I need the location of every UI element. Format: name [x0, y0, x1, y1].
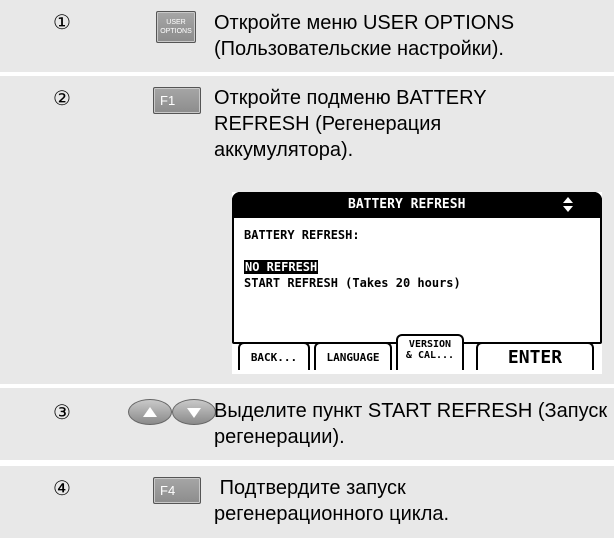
step-number: ①: [53, 10, 71, 34]
key-label-line1: USER: [166, 19, 186, 26]
softkey-version: VERSION & CAL...: [396, 334, 464, 370]
step-number: ④: [53, 476, 71, 500]
user-options-key-icon: USER OPTIONS: [156, 11, 196, 43]
screen-option: START REFRESH (Takes 20 hours): [244, 276, 461, 290]
up-down-indicator-icon: [560, 197, 576, 213]
down-arrow-key-icon: [172, 399, 216, 425]
step-instruction: Подтвердите запуск регенерационного цикл…: [214, 477, 450, 525]
step-4-row: ④ F4 Подтвердите запуск регенерационного…: [0, 466, 614, 538]
key-label: F4: [160, 483, 176, 498]
key-label: F1: [160, 93, 176, 108]
step-1-row: ① USER OPTIONS Откройте меню USER OPTION…: [0, 0, 614, 72]
step-number: ②: [53, 86, 71, 110]
screen-option-row: NO REFRESH: [244, 260, 319, 274]
instrument-screen: BATTERY REFRESH BATTERY REFRESH: NO REFR…: [232, 192, 602, 374]
softkey-enter: ENTER: [476, 342, 594, 370]
softkey-language: LANGUAGE: [314, 342, 392, 370]
screen-heading: BATTERY REFRESH:: [244, 228, 360, 242]
step-number: ③: [53, 400, 71, 424]
screen-title: BATTERY REFRESH: [348, 197, 466, 212]
screen-title-bar: BATTERY REFRESH: [232, 192, 602, 218]
step-3-row: ③ Выделите пункт START REFRESH (Запуск р…: [0, 388, 614, 460]
step-instruction: Выделите пункт START REFRESH (Запуск рег…: [214, 400, 608, 448]
softkey-bar: BACK... LANGUAGE VERSION & CAL... ENTER: [232, 332, 602, 372]
softkey-version-line1: VERSION: [408, 339, 452, 350]
down-arrow-icon: [187, 408, 201, 418]
softkey-back: BACK...: [238, 342, 310, 370]
step-instruction: Откройте меню USER OPTIONS (Пользователь…: [214, 12, 515, 60]
screen-option-selected: NO REFRESH: [244, 260, 319, 274]
up-arrow-key-icon: [128, 399, 172, 425]
f1-key-icon: F1: [153, 87, 201, 114]
key-label-line2: OPTIONS: [160, 28, 192, 35]
softkey-version-line2: & CAL...: [405, 350, 455, 361]
step-instruction: Откройте подменю BATTERY REFRESH (Регене…: [214, 87, 487, 161]
up-arrow-icon: [143, 407, 157, 417]
f4-key-icon: F4: [153, 477, 201, 504]
